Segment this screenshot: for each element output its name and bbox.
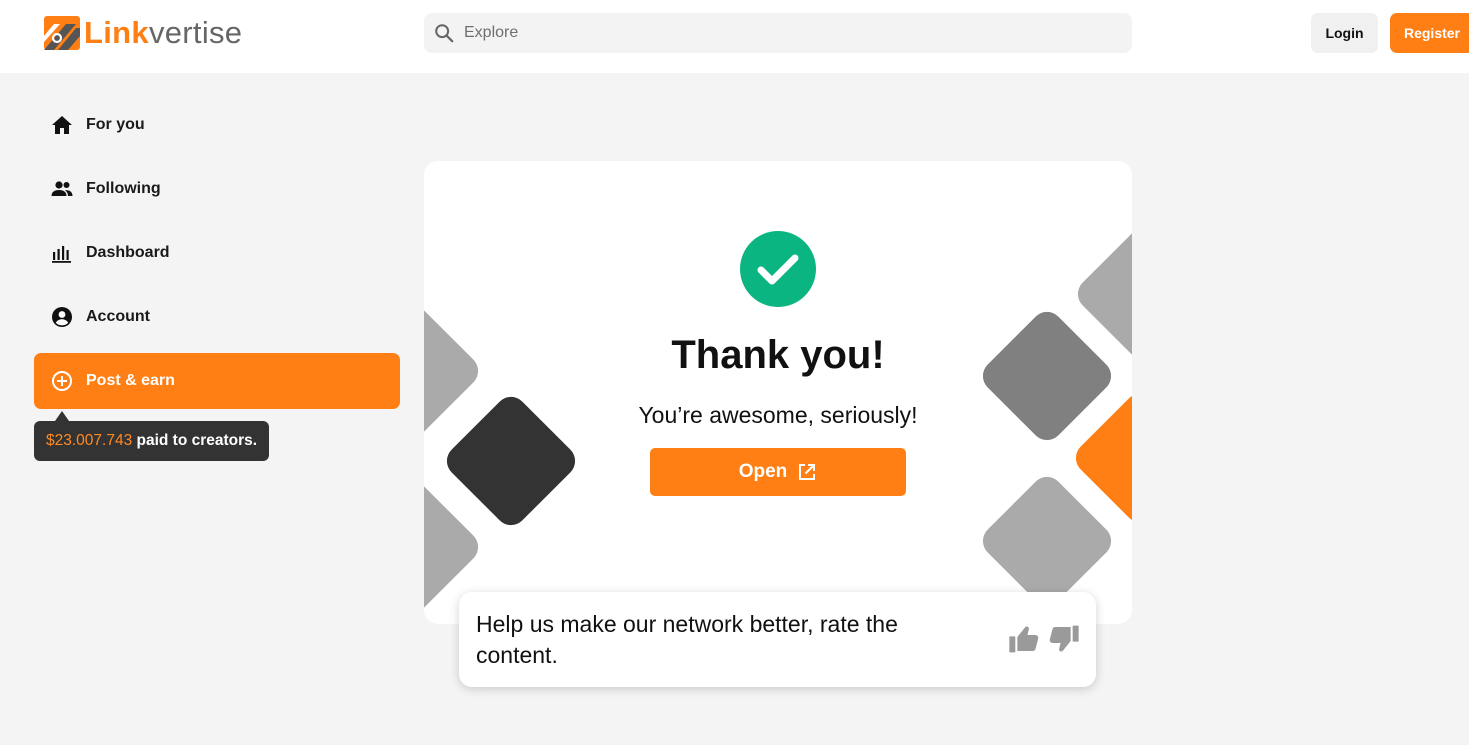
paid-text: paid to creators.: [132, 432, 258, 449]
search-input[interactable]: [464, 13, 1114, 53]
register-button[interactable]: Register: [1390, 13, 1469, 53]
paid-amount: $23.007.743: [46, 432, 133, 449]
thank-you-card: Thank you! You’re awesome, seriously! Op…: [424, 161, 1132, 624]
login-button[interactable]: Login: [1311, 13, 1378, 53]
sidebar-item-account[interactable]: Account: [34, 289, 400, 345]
sidebar-item-label: For you: [86, 116, 145, 133]
sidebar-item-dashboard[interactable]: Dashboard: [34, 225, 400, 281]
creators-paid-tooltip: $23.007.743 paid to creators.: [34, 421, 269, 461]
thumbs-down-icon[interactable]: [1047, 623, 1081, 655]
sidebar-item-for-you[interactable]: For you: [34, 97, 400, 153]
rate-content-text: Help us make our network better, rate th…: [476, 611, 898, 668]
add-circle-icon: [52, 371, 72, 391]
open-button[interactable]: Open: [650, 448, 906, 496]
sidebar-item-label: Account: [86, 308, 150, 325]
open-button-label: Open: [738, 461, 788, 482]
logo-wordmark: Linkvertise: [84, 13, 242, 53]
logo-word-vertise: vertise: [148, 15, 243, 50]
sidebar-item-label: Following: [86, 180, 161, 197]
top-bar: Linkvertise Login Register: [0, 0, 1469, 73]
logo-word-link: Link: [84, 15, 149, 50]
bar-chart-icon: [52, 246, 71, 263]
account-circle-icon: [52, 307, 72, 327]
sidebar-item-post-earn[interactable]: Post & earn: [34, 353, 400, 409]
search-bar[interactable]: [424, 13, 1132, 53]
sidebar-item-label: Dashboard: [86, 244, 170, 261]
success-check-icon: [740, 231, 816, 307]
sidebar-item-following[interactable]: Following: [34, 161, 400, 217]
thank-you-title: Thank you!: [671, 333, 885, 377]
external-link-icon: [799, 464, 816, 480]
people-icon: [51, 181, 73, 196]
sidebar-item-label: Post & earn: [86, 372, 175, 389]
thank-you-subtitle: You’re awesome, seriously!: [638, 402, 918, 428]
home-icon: [52, 116, 72, 134]
logo-mark-icon: [44, 16, 80, 50]
search-icon: [435, 24, 454, 43]
thumbs-up-icon[interactable]: [1007, 623, 1041, 655]
linkvertise-logo[interactable]: Linkvertise: [42, 13, 242, 53]
rate-content-box: Help us make our network better, rate th…: [459, 592, 1096, 687]
tooltip-arrow: [55, 411, 69, 421]
